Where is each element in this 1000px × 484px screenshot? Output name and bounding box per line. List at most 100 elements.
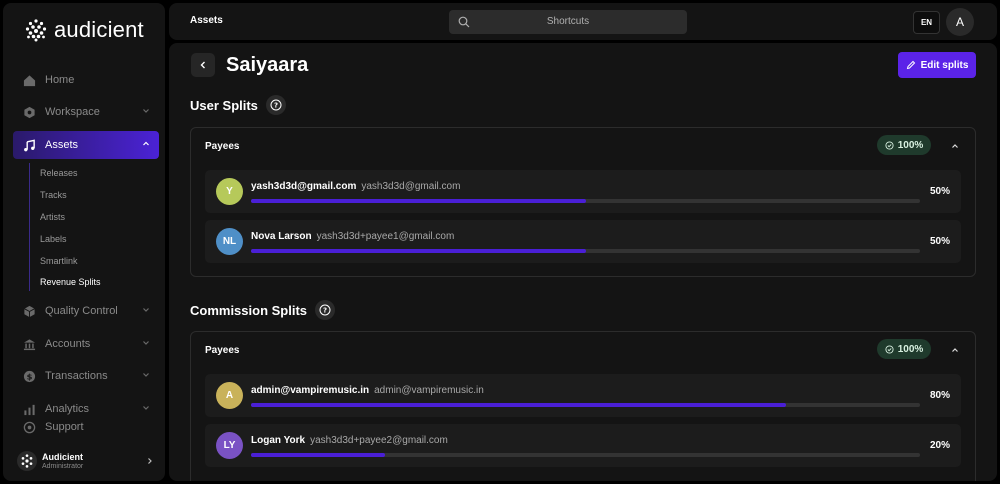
sidebar-subitem-tracks[interactable]: Tracks	[40, 190, 67, 200]
section-title: Commission Splits	[190, 302, 308, 318]
page-title: Saiyaara	[226, 54, 309, 76]
sidebar-item-support[interactable]: Support	[13, 413, 159, 441]
cube-icon	[22, 304, 36, 318]
split-progress-fill	[251, 249, 586, 253]
payees-header: Payees	[205, 141, 240, 152]
payee-row: LY Logan York yash3d3d+payee2@gmail.com 2…	[205, 424, 961, 467]
sidebar-item-assets[interactable]: Assets	[13, 131, 159, 159]
logo-icon	[25, 19, 47, 42]
payee-avatar: NL	[216, 228, 243, 255]
sidebar-subitem-artists[interactable]: Artists	[40, 212, 65, 222]
commission-splits-heading: Commission Splits ?	[190, 300, 336, 320]
check-circle-icon	[885, 344, 894, 354]
dollar-icon: $	[22, 369, 36, 383]
payee-percent: 50%	[929, 186, 950, 197]
svg-text:?: ?	[323, 307, 327, 315]
user-name: Audicient	[42, 451, 84, 462]
back-button[interactable]	[191, 53, 215, 77]
payees-header: Payees	[205, 345, 240, 356]
chevron-down-icon	[143, 341, 149, 345]
chevron-down-icon	[143, 109, 149, 113]
pencil-icon	[906, 60, 915, 70]
split-progress-fill	[251, 199, 586, 203]
chevron-down-icon	[143, 373, 149, 377]
sidebar-subitem-revenue-splits[interactable]: Revenue Splits	[40, 277, 101, 287]
payee-percent: 50%	[929, 236, 950, 247]
commission-splits-panel: Payees 100% A admin@vampiremusic.in admin…	[190, 331, 976, 481]
chevron-down-icon	[143, 406, 149, 410]
payee-email: yash3d3d+payee1@gmail.com	[316, 231, 455, 242]
payee-name-line: Nova Larson yash3d3d+payee1@gmail.com	[251, 231, 454, 242]
sidebar-item-label: Assets	[45, 139, 79, 151]
top-bar-title: Assets	[190, 15, 223, 26]
sidebar-item-quality-control[interactable]: Quality Control	[13, 297, 159, 325]
main-content: Saiyaara Edit splits User Splits ? Payee…	[169, 43, 997, 481]
payee-name-line: yash3d3d@gmail.com yash3d3d@gmail.com	[251, 181, 460, 192]
payee-avatar: A	[216, 382, 243, 409]
split-progress-bar	[251, 249, 920, 253]
total-percent: 100%	[897, 343, 924, 355]
sidebar-item-label: Accounts	[45, 338, 91, 350]
support-icon	[22, 420, 36, 434]
sidebar-item-transactions[interactable]: $ Transactions	[13, 362, 159, 390]
help-icon[interactable]: ?	[265, 95, 286, 115]
payee-email: yash3d3d+payee2@gmail.com	[310, 435, 448, 446]
payee-name-line: Logan York yash3d3d+payee2@gmail.com	[251, 435, 448, 446]
payee-row: Y yash3d3d@gmail.com yash3d3d@gmail.com 5…	[205, 170, 961, 213]
split-progress-bar	[251, 199, 920, 203]
user-avatar	[17, 451, 37, 471]
chevron-right-icon	[148, 458, 152, 464]
home-icon	[22, 73, 36, 87]
sidebar-item-label: Home	[45, 74, 75, 86]
total-percent-badge: 100%	[877, 339, 931, 359]
top-bar: Assets Shortcuts EN A	[169, 3, 997, 40]
edit-splits-button[interactable]: Edit splits	[898, 52, 976, 78]
split-progress-bar	[251, 403, 920, 407]
app-name: audicient	[54, 17, 144, 42]
user-profile[interactable]: Audicient Administrator	[17, 449, 157, 473]
bank-icon	[22, 337, 36, 351]
payee-percent: 80%	[929, 390, 950, 401]
user-splits-panel: Payees 100% Y yash3d3d@gmail.com yash3d3d…	[190, 127, 976, 277]
sidebar-item-label: Quality Control	[45, 305, 118, 317]
sidebar-item-accounts[interactable]: Accounts	[13, 330, 159, 358]
submenu-line	[29, 163, 30, 291]
payee-name-line: admin@vampiremusic.in admin@vampiremusic.…	[251, 385, 484, 396]
svg-text:$: $	[26, 371, 32, 381]
user-role: Administrator	[42, 462, 84, 470]
sidebar-item-label: Support	[45, 421, 84, 433]
app-logo[interactable]: audicient	[24, 17, 144, 43]
payee-percent: 20%	[929, 440, 950, 451]
sidebar-item-workspace[interactable]: Workspace	[13, 98, 159, 126]
split-progress-bar	[251, 453, 920, 457]
chevron-up-icon[interactable]	[950, 345, 960, 355]
chevron-up-icon[interactable]	[950, 141, 960, 151]
check-circle-icon	[885, 140, 894, 150]
hexagon-icon	[22, 105, 36, 119]
chevron-left-icon	[200, 61, 205, 69]
help-icon[interactable]: ?	[315, 300, 336, 320]
chevron-down-icon	[143, 308, 149, 312]
sidebar-subitem-releases[interactable]: Releases	[40, 168, 78, 178]
account-avatar[interactable]: A	[946, 8, 974, 36]
payee-email: admin@vampiremusic.in	[374, 385, 484, 396]
payee-name: Nova Larson	[251, 231, 312, 242]
payee-name: admin@vampiremusic.in	[251, 385, 370, 396]
payee-email: yash3d3d@gmail.com	[361, 181, 461, 192]
music-note-icon	[22, 138, 36, 152]
chevron-up-icon	[143, 141, 149, 146]
language-button[interactable]: EN	[913, 11, 940, 34]
payee-avatar: LY	[216, 432, 243, 459]
search-input[interactable]: Shortcuts	[449, 10, 687, 34]
payee-avatar: Y	[216, 178, 243, 205]
logo-icon	[21, 454, 33, 468]
total-percent-badge: 100%	[877, 135, 931, 155]
svg-text:?: ?	[274, 102, 278, 110]
sidebar-subitem-smartlink[interactable]: Smartlink	[40, 256, 78, 266]
user-splits-heading: User Splits ?	[190, 95, 286, 115]
sidebar-subitem-labels[interactable]: Labels	[40, 234, 67, 244]
payee-name: Logan York	[251, 435, 306, 446]
payee-row: NL Nova Larson yash3d3d+payee1@gmail.com …	[205, 220, 961, 263]
sidebar-item-home[interactable]: Home	[13, 66, 159, 94]
section-title: User Splits	[190, 97, 258, 113]
